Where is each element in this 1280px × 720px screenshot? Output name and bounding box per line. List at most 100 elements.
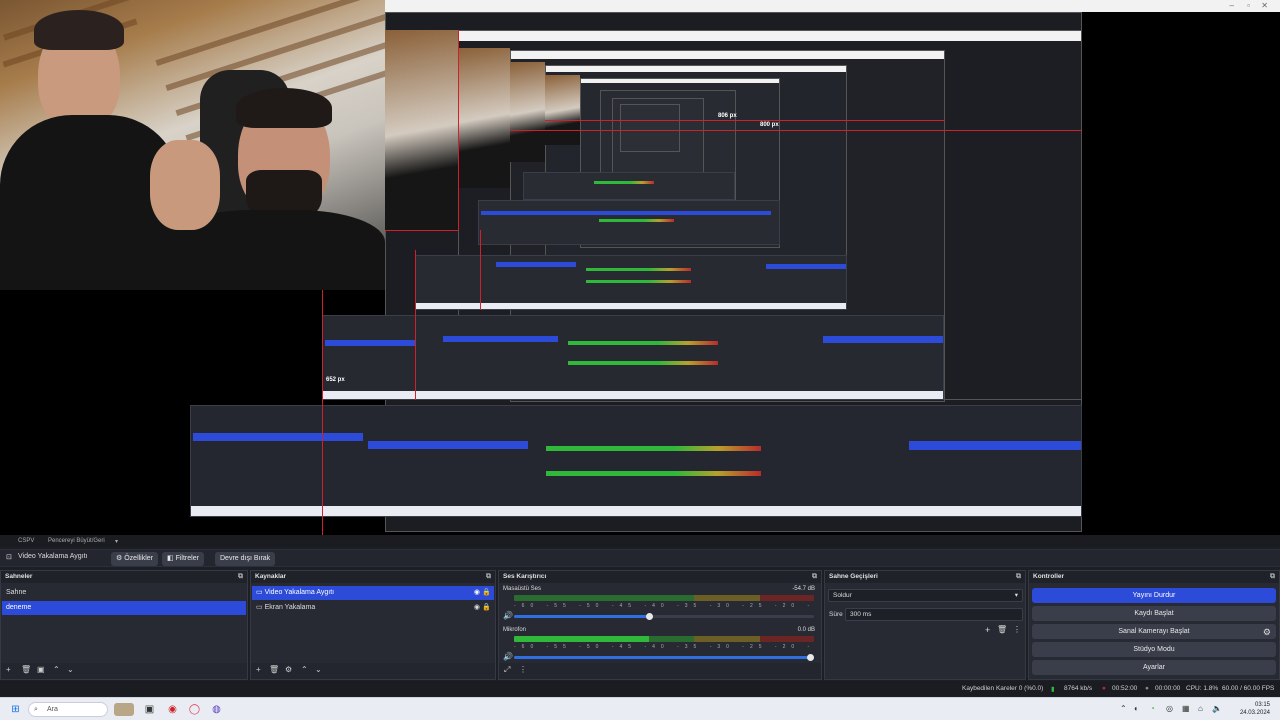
scenes-title: Sahneler xyxy=(5,573,33,580)
volume-slider[interactable] xyxy=(514,613,814,620)
sources-title: Kaynaklar xyxy=(255,573,287,580)
add-icon[interactable]: + xyxy=(985,625,990,635)
taskbar-clock[interactable]: 03:15 24.03.2024 xyxy=(1240,701,1270,717)
mixer-channel: Mikrofon 0.0 dB -60 -55 -50 -45 -40 -35 … xyxy=(499,627,821,667)
tray-icon[interactable]: ◎ xyxy=(1166,704,1173,713)
guide-line xyxy=(385,230,458,231)
signal-icon: ▮ xyxy=(1051,686,1055,693)
sources-dock: Kaynaklar ⧉ ▭ Video Yakalama Aygıtı ◉ 🔒 … xyxy=(250,570,496,680)
transitions-header: Sahne Geçişleri ⧉ xyxy=(825,571,1025,583)
move-down-icon[interactable]: ⌄ xyxy=(67,665,74,674)
chevron-up-icon[interactable]: ⌃ xyxy=(1120,704,1127,713)
sources-footer: + 🗑 ⚙ ⌃ ⌄ xyxy=(251,663,495,679)
tray-icon[interactable]: ◔ xyxy=(1150,704,1155,713)
properties-button[interactable]: ⚙ Özellikler xyxy=(111,552,159,566)
transitions-title: Sahne Geçişleri xyxy=(829,573,878,580)
undock-icon[interactable]: ⧉ xyxy=(812,571,817,583)
speaker-icon[interactable]: 🔊 xyxy=(503,611,513,620)
scene-label: deneme xyxy=(6,604,32,611)
link-icon[interactable]: ⤢ xyxy=(504,665,510,675)
tray-icon[interactable]: ◐ xyxy=(1134,704,1139,713)
filters-button[interactable]: ◧ Filtreler xyxy=(162,552,204,566)
settings-button[interactable]: Ayarlar xyxy=(1032,660,1276,675)
preview-canvas[interactable]: 806 px 800 px 652 px – ▫ ✕ xyxy=(0,0,1280,535)
filters-label: Filtreler xyxy=(175,555,199,562)
more-icon[interactable]: ⋮ xyxy=(519,665,527,674)
app-thumbnail-icon[interactable] xyxy=(114,703,134,716)
minimize-icon[interactable]: – xyxy=(1230,1,1234,10)
properties-label: Özellikler xyxy=(124,555,154,562)
volume-slider[interactable] xyxy=(514,654,814,661)
source-label: Video Yakalama Aygıtı xyxy=(264,589,335,596)
channel-name: Masaüstü Ses xyxy=(503,586,542,592)
deactivate-button[interactable]: Devre dışı Bırak xyxy=(215,552,276,566)
selected-source-name: Video Yakalama Aygıtı xyxy=(18,553,88,560)
gear-icon[interactable]: ⚙ xyxy=(285,665,292,674)
filter-icon[interactable]: ▣ xyxy=(37,665,45,674)
guide-line xyxy=(545,120,945,121)
move-up-icon[interactable]: ⌃ xyxy=(301,665,308,674)
lock-icon[interactable]: 🔒 xyxy=(482,586,491,600)
nested-window-1 xyxy=(385,0,1280,12)
chrome-icon[interactable]: ◉ xyxy=(166,703,179,716)
tray-icon[interactable]: ▦ xyxy=(1182,704,1190,713)
level-meter xyxy=(514,636,814,642)
obs-icon[interactable]: ◍ xyxy=(210,703,223,716)
undock-icon[interactable]: ⧉ xyxy=(238,571,243,583)
taskbar-search[interactable]: ⌕ Ara xyxy=(28,702,108,717)
transition-value: Soldur xyxy=(833,592,852,599)
file-explorer-icon[interactable]: ▣ xyxy=(143,703,156,716)
undock-icon[interactable]: ⧉ xyxy=(1016,571,1021,583)
monitor-icon: ▭ xyxy=(256,589,263,596)
eye-icon[interactable]: ◉ xyxy=(474,586,480,600)
transition-select[interactable]: Soldur ▾ xyxy=(828,589,1023,602)
undock-icon[interactable]: ⧉ xyxy=(1270,571,1275,583)
menu-item-window[interactable]: Pencereyi Büyüt/Geri xyxy=(48,538,105,544)
gear-icon[interactable]: ⚙ xyxy=(1263,627,1271,638)
trash-icon[interactable]: 🗑 xyxy=(997,625,1007,634)
volume-icon[interactable]: 🔈 xyxy=(1212,704,1222,713)
speaker-icon[interactable]: 🔊 xyxy=(503,652,513,661)
transitions-dock: Sahne Geçişleri ⧉ Soldur ▾ Süre 300 ms +… xyxy=(824,570,1026,680)
undock-icon[interactable]: ⧉ xyxy=(486,571,491,583)
scene-label: Sahne xyxy=(6,589,27,596)
lock-icon[interactable]: 🔒 xyxy=(482,601,491,615)
move-up-icon[interactable]: ⌃ xyxy=(53,665,60,674)
record-time: 00:00:00 xyxy=(1155,685,1181,692)
monitor-icon: ▭ xyxy=(256,604,263,611)
windows-start-icon[interactable]: ⊞ xyxy=(9,703,22,716)
dropped-frames: Kaybedilen Kareler 0 (%0.0) xyxy=(962,685,1044,692)
opera-icon[interactable]: ◯ xyxy=(188,703,201,716)
duration-value: 300 ms xyxy=(850,611,872,618)
start-virtual-camera-button[interactable]: Sanal Kamerayı Başlat xyxy=(1032,624,1276,639)
studio-mode-button[interactable]: Stüdyo Modu xyxy=(1032,642,1276,657)
source-item-selected[interactable]: ▭ Video Yakalama Aygıtı ◉ 🔒 xyxy=(252,586,494,600)
scene-item[interactable]: Sahne xyxy=(2,586,246,600)
channel-db: -54.7 dB xyxy=(792,586,815,592)
close-icon[interactable]: ✕ xyxy=(1261,1,1268,10)
more-icon[interactable]: ⋮ xyxy=(1013,625,1021,634)
network-icon[interactable]: ⌂ xyxy=(1198,704,1203,713)
trash-icon[interactable]: 🗑 xyxy=(269,665,279,674)
controls-title: Kontroller xyxy=(1033,573,1065,580)
move-down-icon[interactable]: ⌄ xyxy=(315,665,322,674)
guide-line xyxy=(415,250,416,400)
stop-stream-button[interactable]: Yayını Durdur xyxy=(1032,588,1276,603)
add-icon[interactable]: + xyxy=(6,665,11,674)
duration-input[interactable]: 300 ms xyxy=(845,608,1023,621)
scenes-dock: Sahneler ⧉ Sahne deneme + 🗑 ▣ ⌃ ⌄ xyxy=(0,570,248,680)
live-icon: ● xyxy=(1102,685,1106,692)
add-icon[interactable]: + xyxy=(256,665,261,674)
menu-item-cspv[interactable]: CSPV xyxy=(18,538,34,544)
guide-line xyxy=(510,130,1082,131)
start-recording-button[interactable]: Kaydı Başlat xyxy=(1032,606,1276,621)
source-item[interactable]: ▭ Ekran Yakalama ◉ 🔒 xyxy=(252,601,494,615)
maximize-icon[interactable]: ▫ xyxy=(1247,1,1250,10)
scene-item-selected[interactable]: deneme xyxy=(2,601,246,615)
nested-label-2: 800 px xyxy=(760,122,779,128)
trash-icon[interactable]: 🗑 xyxy=(21,665,31,674)
mixer-header: Ses Karıştırıcı ⧉ xyxy=(499,571,821,583)
eye-icon[interactable]: ◉ xyxy=(474,601,480,615)
controls-header: Kontroller ⧉ xyxy=(1029,571,1279,583)
chevron-down-icon[interactable]: ▾ xyxy=(115,538,118,545)
